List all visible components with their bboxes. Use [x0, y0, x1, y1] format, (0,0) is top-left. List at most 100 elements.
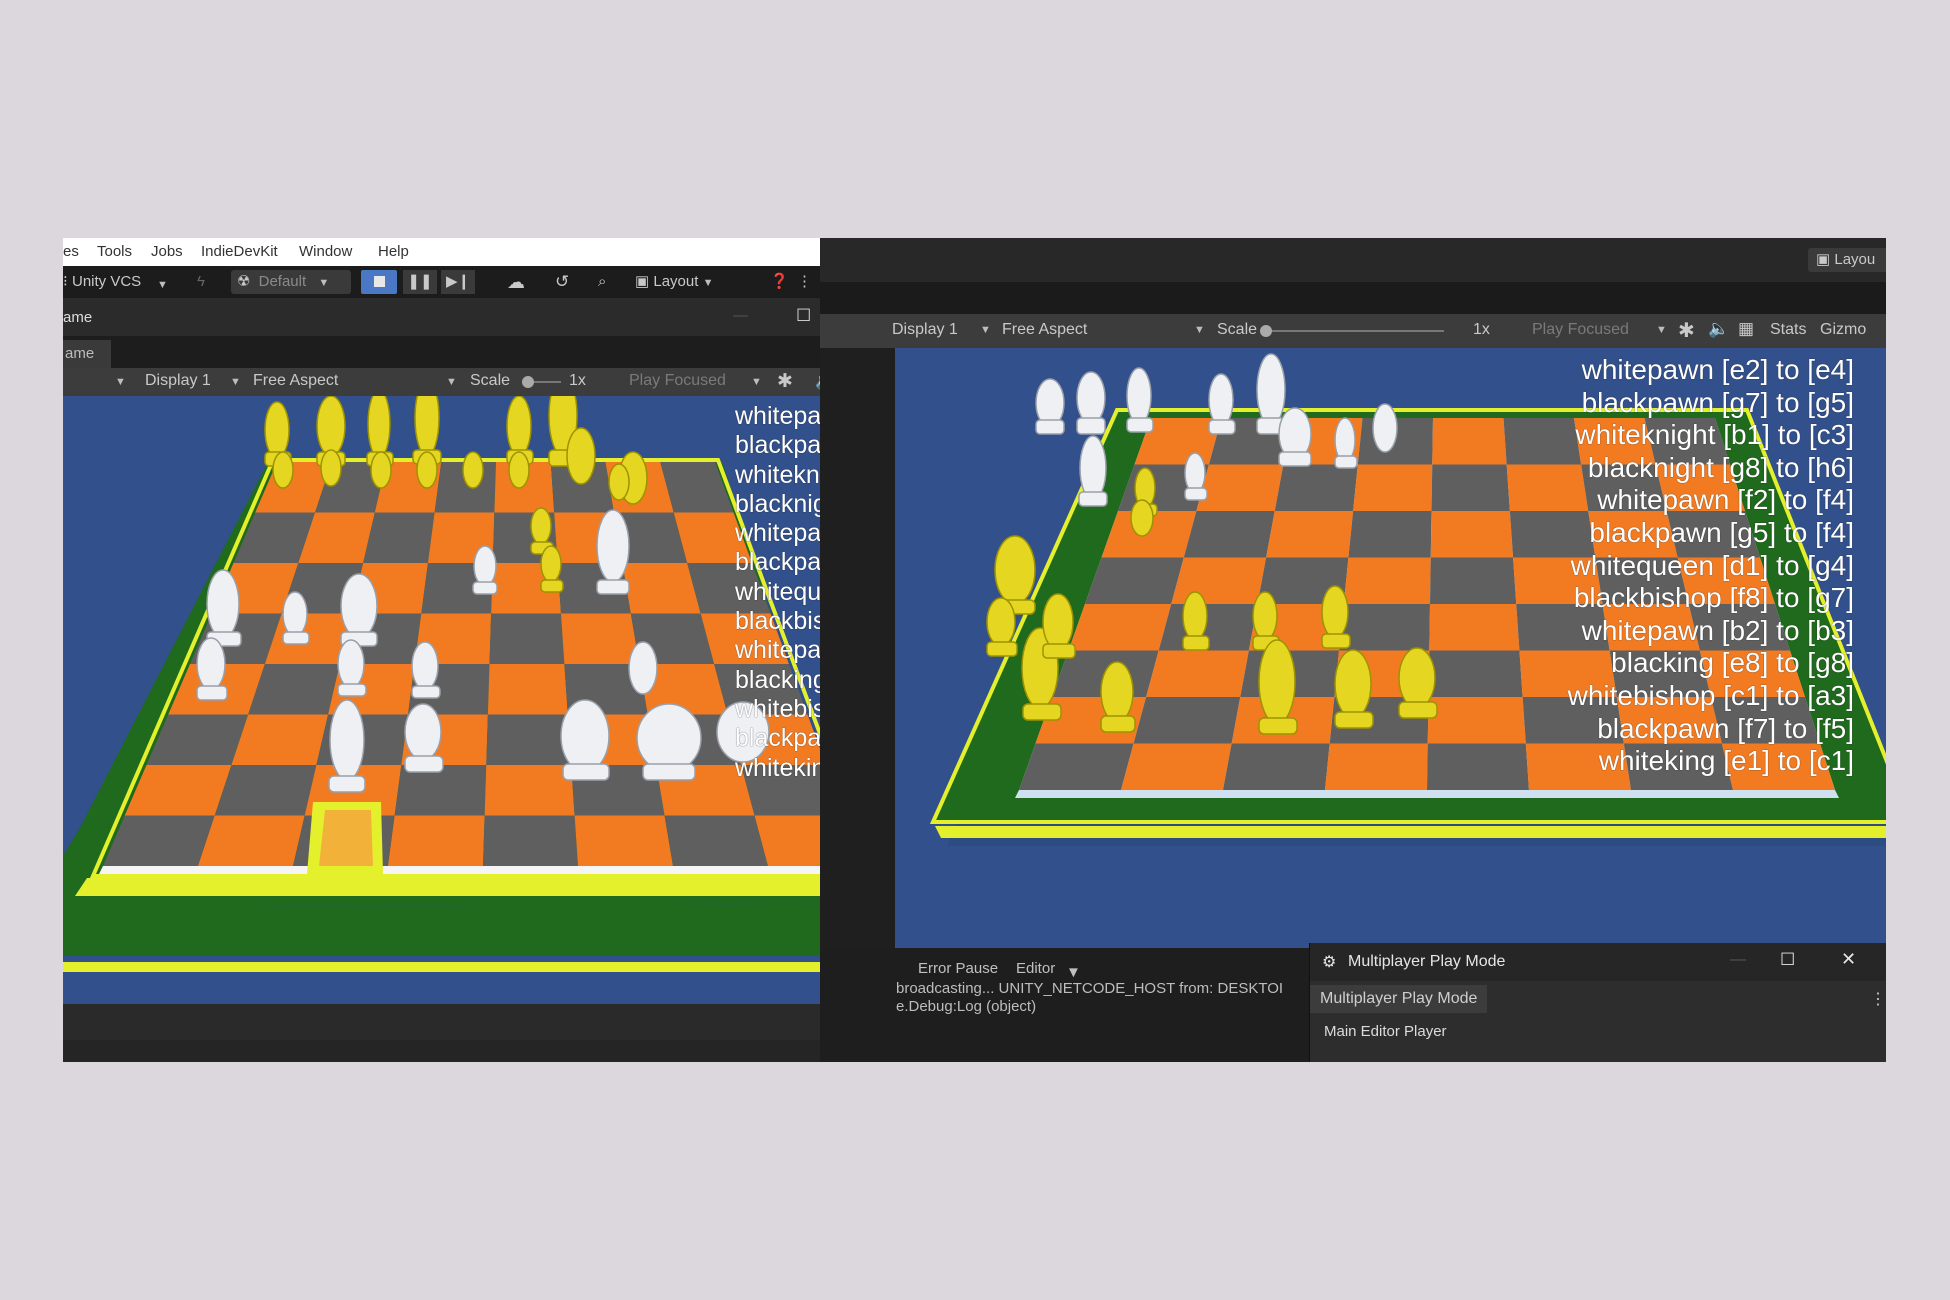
board-square	[214, 765, 317, 816]
maximize-icon[interactable]: ☐	[1780, 950, 1795, 970]
bug-icon[interactable]: ✱	[777, 370, 793, 393]
scale-value: 1x	[1473, 321, 1490, 338]
move-entry: blackbishop [	[735, 607, 820, 636]
board-square	[1432, 418, 1507, 465]
board-square	[487, 664, 568, 715]
window-titlebar: ame — ☐ ✕	[63, 298, 820, 336]
tab-strip: ame ⋮	[63, 336, 820, 368]
board-square	[1429, 604, 1520, 651]
console-log-line[interactable]: broadcasting... UNITY_NETCODE_HOST from:…	[896, 980, 1283, 997]
menu-item-indiedevkit[interactable]: IndieDevKit	[201, 243, 278, 260]
close-icon[interactable]: ✕	[1841, 949, 1856, 970]
board-square	[1196, 464, 1284, 511]
chessboard-render-left	[63, 396, 820, 972]
bug-icon[interactable]: ✱	[1678, 318, 1695, 343]
chevron-down-icon: ▼	[702, 277, 714, 289]
board-square	[1019, 743, 1134, 790]
scale-slider-handle[interactable]	[522, 376, 534, 388]
help-icon[interactable]: ❓	[770, 270, 789, 294]
board-square	[1427, 697, 1526, 744]
board-square	[1325, 743, 1428, 790]
audio-icon[interactable]: 🔈	[815, 371, 820, 391]
scale-slider-handle[interactable]	[1260, 325, 1272, 337]
stop-button[interactable]	[361, 270, 397, 294]
board-square	[664, 815, 768, 866]
tab-game[interactable]: ame	[63, 340, 111, 368]
board-square	[1274, 464, 1358, 511]
chevron-down-icon: ▼	[446, 376, 457, 388]
move-entry: blacknight [g8] to [h6]	[1587, 451, 1854, 483]
lightning-icon[interactable]: ϟ	[197, 270, 205, 294]
more-options-icon[interactable]: ⋮	[797, 270, 812, 294]
chevron-down-icon: ▼	[230, 376, 241, 388]
chevron-down-icon: ▼	[980, 324, 991, 336]
step-button[interactable]: ▶❙	[441, 270, 475, 294]
scale-slider[interactable]	[1266, 330, 1444, 332]
main-editor-player-row[interactable]: Main Editor Player	[1324, 1023, 1447, 1040]
scale-label: Scale	[1217, 321, 1258, 338]
vcs-icon: ⁝	[63, 273, 68, 290]
board-square	[198, 815, 305, 866]
tab-strip	[820, 282, 1886, 314]
aspect-dropdown[interactable]: Free Aspect	[1002, 321, 1087, 339]
window-title: ame	[63, 309, 93, 326]
board-square	[1223, 743, 1330, 790]
minimize-icon[interactable]: —	[1730, 951, 1746, 969]
display-dropdown[interactable]: Display 1	[892, 321, 958, 339]
menu-item-window[interactable]: Window	[299, 243, 352, 260]
default-dropdown[interactable]: ☢ Default ▼	[231, 270, 351, 294]
editor-dropdown[interactable]: Editor	[1016, 960, 1055, 977]
play-focused-dropdown[interactable]: Play Focused	[629, 372, 726, 390]
aspect-dropdown[interactable]: Free Aspect	[253, 372, 338, 390]
more-options-icon[interactable]: ⋮	[1870, 989, 1886, 1009]
grid-icon[interactable]: ▦	[1738, 319, 1754, 339]
move-entry: blacknight [g	[735, 489, 820, 518]
display-dropdown[interactable]: Display 1	[145, 372, 211, 390]
board-square	[622, 563, 701, 614]
board-square	[1266, 511, 1354, 558]
menu-item-es[interactable]: es	[63, 243, 79, 260]
console-log-line[interactable]: e.Debug:Log (object)	[896, 998, 1036, 1015]
stats-button[interactable]: Stats	[1770, 321, 1806, 339]
history-icon[interactable]: ↺	[555, 270, 569, 294]
cloud-icon[interactable]: ☁	[507, 270, 525, 294]
tab-multiplayer-play-mode[interactable]: Multiplayer Play Mode	[1310, 985, 1488, 1013]
move-entry: blackpawn [	[735, 724, 820, 753]
board-square	[1348, 511, 1432, 558]
minimize-icon[interactable]: —	[733, 307, 748, 324]
gizmos-button[interactable]: Gizmo	[1820, 321, 1866, 339]
board-square	[1427, 743, 1529, 790]
board-square	[483, 815, 578, 866]
error-pause-toggle[interactable]: Error Pause	[918, 960, 998, 977]
play-focused-dropdown[interactable]: Play Focused	[1532, 321, 1629, 339]
move-entry: whitepawn [f2] to [f4]	[1597, 484, 1854, 516]
move-entry: whitepawn [	[735, 519, 820, 548]
move-entry: whitepawn [b2] to [b3]	[1581, 614, 1854, 646]
pause-button[interactable]: ❚❚	[403, 270, 437, 294]
audio-icon[interactable]: 🔈	[1708, 319, 1729, 339]
move-entry: blackpawn [g5] to [f4]	[1589, 516, 1854, 548]
move-entry: whitepawn [e	[735, 402, 820, 430]
move-entry: blacking [e8] to [g8]	[1611, 647, 1854, 679]
radiation-icon: ☢	[237, 273, 251, 290]
menu-item-help[interactable]: Help	[378, 243, 409, 260]
menu-bar: es Tools Jobs IndieDevKit Window Help	[63, 238, 820, 266]
move-entry: blackbishop [f8] to [g7]	[1573, 582, 1854, 614]
board-square	[1183, 511, 1275, 558]
layout-dropdown[interactable]: ▣ Layout ▼	[635, 270, 713, 294]
maximize-icon[interactable]: ☐	[796, 306, 811, 326]
move-history-list: whitepawn [e2] to [e4] blackpawn [g7] to…	[1568, 354, 1854, 778]
menu-item-tools[interactable]: Tools	[97, 243, 132, 260]
menu-item-jobs[interactable]: Jobs	[151, 243, 183, 260]
board-square	[1430, 511, 1514, 558]
board-square	[363, 512, 435, 563]
game-view-right[interactable]: whitepawn [e2] to [e4] blackpawn [g7] to…	[895, 348, 1886, 948]
layout-dropdown[interactable]: ▣ Layou	[1808, 248, 1886, 272]
chevron-down-icon: ▼	[1194, 324, 1205, 336]
search-icon[interactable]: ⌕	[598, 270, 606, 294]
board-square	[1343, 557, 1431, 604]
vcs-dropdown[interactable]: Unity VCS	[72, 270, 141, 294]
game-window: ame — ☐ ✕ ame ⋮ ▼ Display 1 ▼ Free Aspec…	[63, 298, 820, 1040]
board-square	[1431, 464, 1510, 511]
game-view-left[interactable]: whitepawn [e blackpawn [g whiteknight [b…	[63, 396, 820, 1004]
